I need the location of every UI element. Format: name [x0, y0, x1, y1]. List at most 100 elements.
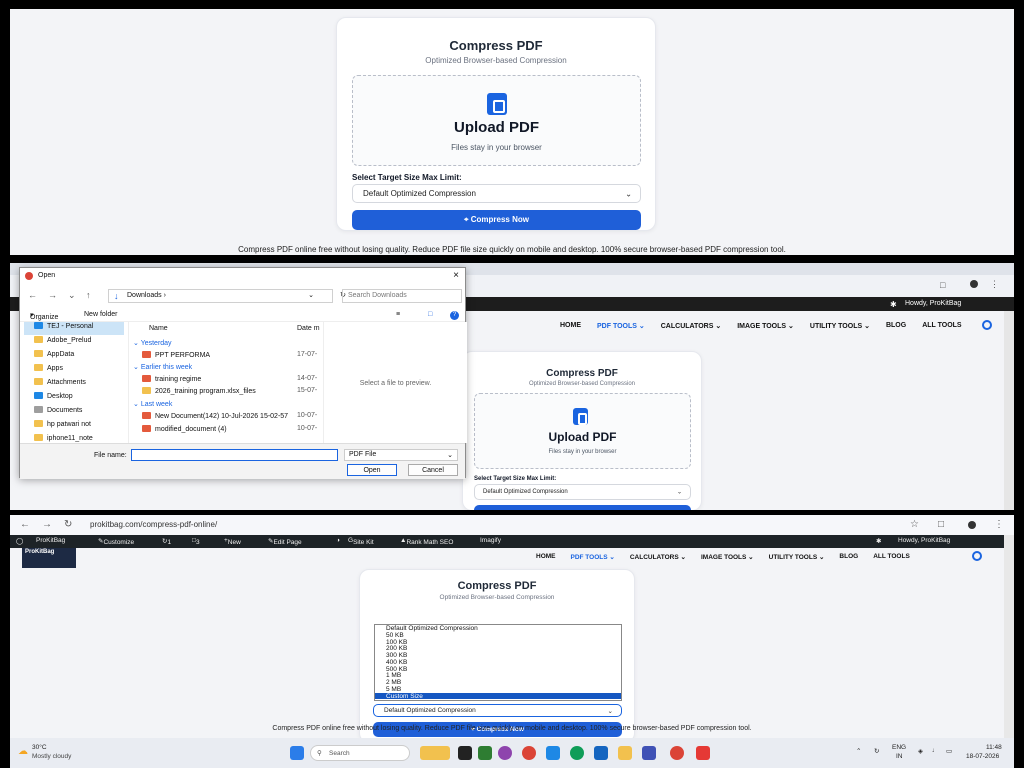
group-header[interactable]: ⌄ Earlier this week [133, 363, 192, 371]
store-icon[interactable] [594, 746, 608, 760]
file-row[interactable]: modified_document (4) [142, 425, 227, 433]
column-header-name[interactable]: Name [149, 325, 168, 332]
nav-image-tools[interactable]: IMAGE TOOLS ⌄ [737, 322, 794, 330]
nav-blog[interactable]: BLOG [839, 553, 858, 561]
bookmark-star-icon[interactable]: ☆ [910, 519, 919, 530]
recent-icon[interactable]: ⌄ [68, 290, 76, 301]
target-size-select[interactable]: Default Optimized Compression ⌄ [352, 184, 641, 203]
nav-blog[interactable]: BLOG [886, 322, 906, 330]
news-widget-icon[interactable] [420, 746, 450, 760]
nav-calculators[interactable]: CALCULATORS ⌄ [661, 322, 721, 330]
cancel-button[interactable]: Cancel [408, 464, 458, 476]
file-row[interactable]: 2026_training program.xlsx_files [142, 387, 256, 395]
help-icon[interactable]: ? [450, 311, 459, 320]
copilot-icon[interactable] [498, 746, 512, 760]
wp-imagify[interactable]: Imagify [480, 537, 501, 544]
dropdown-option[interactable]: 400 KB [375, 659, 621, 666]
extensions-icon[interactable]: □ [938, 519, 944, 530]
nav-all-tools[interactable]: ALL TOOLS [922, 322, 961, 330]
clock-time[interactable]: 11:48 [986, 744, 1002, 751]
search-downloads-input[interactable]: Search Downloads [342, 289, 462, 303]
nav-home[interactable]: HOME [536, 553, 556, 561]
chevron-down-icon[interactable]: ⌄ [308, 291, 314, 299]
tree-item[interactable]: Attachments [34, 378, 126, 391]
wp-customize[interactable]: ✎ Customize [98, 537, 134, 546]
app-icon[interactable] [642, 746, 656, 760]
tree-item[interactable]: hp patwari not [34, 420, 126, 433]
dropdown-option-highlighted[interactable]: Custom Size [375, 692, 621, 699]
dropdown-option[interactable]: Default Optimized Compression [375, 625, 621, 632]
address-bar[interactable]: ↓ Downloads › ⌄ ↻ [108, 289, 346, 303]
dropdown-option[interactable]: 300 KB [375, 652, 621, 659]
organize-menu[interactable]: Organize ▾ [30, 311, 58, 321]
wp-rank-math[interactable]: ▲ Rank Math SEO [400, 537, 453, 546]
compress-button[interactable] [474, 505, 691, 510]
scrollbar[interactable] [1004, 535, 1014, 738]
outlook-icon[interactable] [546, 746, 560, 760]
nav-image-tools[interactable]: IMAGE TOOLS ⌄ [701, 553, 754, 561]
extensions-icon[interactable]: □ [940, 280, 945, 290]
chevron-up-icon[interactable]: ⌃ [856, 747, 861, 755]
url-bar[interactable]: prokitbag.com/compress-pdf-online/ [90, 520, 217, 529]
wordpress-icon[interactable]: ◯ [16, 537, 23, 545]
dropdown-option[interactable]: 100 KB [375, 639, 621, 646]
weather-desc[interactable]: Mostly cloudy [32, 753, 71, 760]
group-header[interactable]: ⌄ Yesterday [133, 339, 172, 347]
volume-icon[interactable]: ♩ [932, 747, 939, 754]
edge-icon[interactable] [570, 746, 584, 760]
back-icon[interactable]: ← [20, 519, 30, 530]
tree-item[interactable]: Apps [34, 364, 126, 377]
view-icon[interactable]: ≡ [396, 311, 400, 318]
dropdown-option[interactable]: 50 KB [375, 632, 621, 639]
weather-temp[interactable]: 30°C [32, 744, 47, 751]
group-header[interactable]: ⌄ Last week [133, 400, 172, 408]
sync-icon[interactable]: ↻ [874, 747, 879, 755]
taskbar-search[interactable]: ⚲ Search [310, 745, 410, 761]
wifi-icon[interactable]: ◈ [918, 747, 923, 755]
nav-utility-tools[interactable]: UTILITY TOOLS ⌄ [810, 322, 870, 330]
wp-edit-page[interactable]: ✎ Edit Page [268, 537, 302, 546]
column-header-date[interactable]: Date m [297, 325, 320, 332]
dropdown-option[interactable]: 5 MB [375, 686, 621, 693]
up-icon[interactable]: ↑ [86, 290, 91, 300]
refresh-icon[interactable]: ↻ [64, 519, 72, 530]
dropdown-option[interactable]: 2 MB [375, 679, 621, 686]
wp-site-kit[interactable]: G Site Kit [348, 537, 374, 546]
nav-home[interactable]: HOME [560, 322, 581, 330]
file-row[interactable]: PPT PERFORMA [142, 351, 210, 359]
forward-icon[interactable]: → [48, 290, 57, 300]
nav-utility-tools[interactable]: UTILITY TOOLS ⌄ [769, 553, 825, 561]
back-icon[interactable]: ← [28, 290, 37, 300]
dropdown-option[interactable]: 200 KB [375, 645, 621, 652]
chrome-icon[interactable] [522, 746, 536, 760]
dropdown-option[interactable]: 1 MB [375, 672, 621, 679]
wp-comments[interactable]: □ 3 [192, 537, 200, 546]
battery-icon[interactable]: ▭ [946, 747, 952, 755]
tree-item[interactable]: Desktop [34, 392, 126, 405]
site-logo[interactable]: ProKitBag [22, 548, 76, 568]
target-size-select[interactable]: Default Optimized Compression ⌄ [474, 484, 691, 500]
menu-icon[interactable]: ⋮ [994, 519, 1004, 530]
dropdown-option[interactable]: 500 KB [375, 666, 621, 673]
menu-icon[interactable]: ⋮ [990, 279, 999, 290]
wp-site-kit-icon[interactable]: ◑ [336, 537, 340, 544]
settings-icon[interactable]: ✱ [876, 537, 881, 545]
profile-avatar[interactable] [968, 521, 976, 529]
upload-dropzone[interactable]: Upload PDF Files stay in your browser [352, 75, 641, 166]
upload-dropzone[interactable]: Upload PDF Files stay in your browser [474, 393, 691, 469]
tree-item[interactable]: AppData [34, 350, 126, 363]
wp-new[interactable]: + New [224, 537, 241, 546]
wp-site-name[interactable]: ProKitBag [36, 537, 65, 544]
open-button[interactable]: Open [347, 464, 397, 476]
nav-pdf-tools[interactable]: PDF TOOLS ⌄ [597, 322, 645, 330]
compress-button[interactable]: ⌖ Compress Now [352, 210, 641, 230]
file-explorer-icon[interactable] [618, 746, 632, 760]
forward-icon[interactable]: → [42, 519, 52, 530]
close-icon[interactable]: × [453, 270, 459, 281]
nav-all-tools[interactable]: ALL TOOLS [873, 553, 910, 561]
filename-input[interactable] [131, 449, 338, 461]
chrome-icon[interactable] [670, 746, 684, 760]
tree-item[interactable]: Adobe_Prelud [34, 336, 126, 349]
wp-greeting[interactable]: Howdy, ProKitBag [905, 300, 961, 307]
tree-item[interactable]: TEJ - Personal [24, 322, 124, 335]
